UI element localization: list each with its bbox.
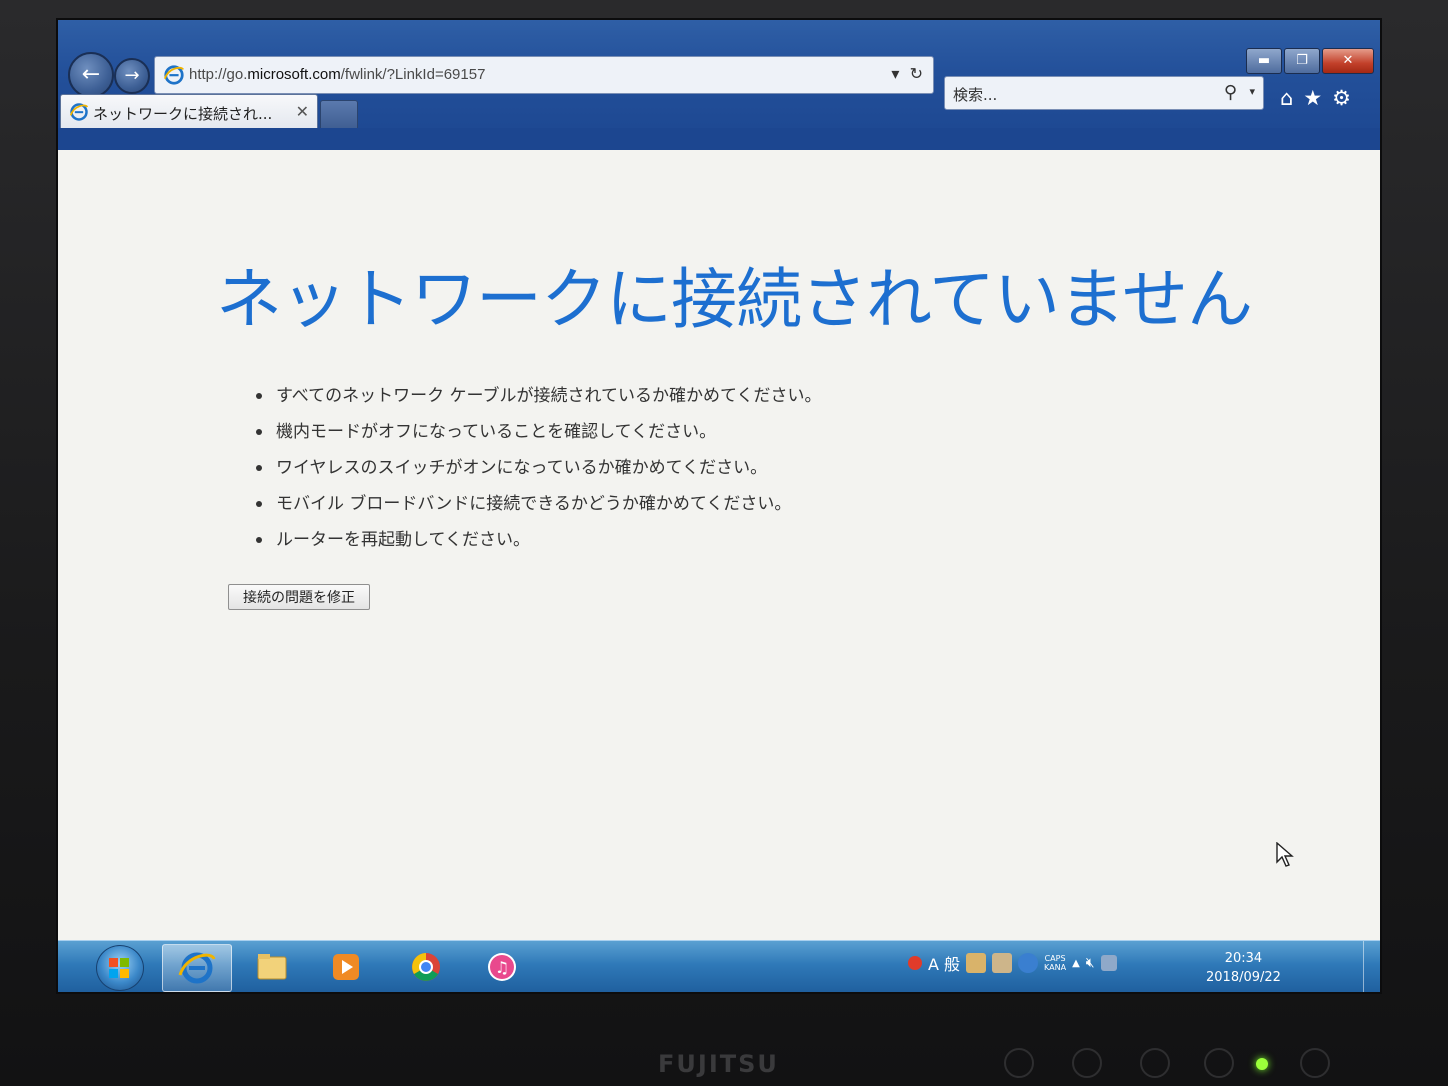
- browser-tools: ⌂ ★ ⚙: [1280, 86, 1351, 110]
- folder-icon: [257, 954, 287, 980]
- taskbar-explorer[interactable]: [238, 944, 306, 990]
- list-item: 機内モードがオフになっていることを確認してください。: [254, 414, 822, 450]
- address-url: http://go.microsoft.com/fwlink/?LinkId=6…: [189, 66, 486, 83]
- taskbar: ♫ A 般 CAPS KANA ▲ 🔇︎ 20:34 2018/09/22: [58, 940, 1380, 992]
- taskbar-chrome[interactable]: [392, 944, 460, 990]
- minimize-icon: ▬: [1257, 53, 1271, 68]
- back-button[interactable]: ←: [68, 52, 114, 98]
- ie-logo-icon: [163, 65, 184, 85]
- start-button[interactable]: [96, 945, 144, 991]
- power-led: [1256, 1058, 1268, 1070]
- tray-tools-icon[interactable]: [992, 953, 1013, 973]
- tray-expand-icon[interactable]: ▲: [1072, 958, 1080, 969]
- caps-kana-indicator: CAPS KANA: [1044, 954, 1067, 972]
- search-dropdown-icon[interactable]: ▾: [1249, 85, 1255, 98]
- windows-logo-icon: [109, 958, 129, 978]
- window-controls: ▬ ❐ ✕: [1244, 48, 1374, 74]
- close-button[interactable]: ✕: [1322, 48, 1374, 74]
- list-item: ルーターを再起動してください。: [254, 522, 822, 558]
- taskbar-ie[interactable]: [162, 944, 232, 992]
- restore-button[interactable]: ❐: [1284, 48, 1320, 74]
- chrome-divider: [58, 128, 1380, 150]
- home-icon[interactable]: ⌂: [1280, 86, 1293, 110]
- ie-taskbar-icon: [178, 952, 216, 984]
- clock-date: 2018/09/22: [1206, 970, 1281, 985]
- address-dropdown-icon[interactable]: ▾: [891, 64, 899, 83]
- forward-button[interactable]: →: [114, 58, 150, 94]
- search-box[interactable]: 検索... ⚲ ▾: [944, 76, 1264, 110]
- minimize-button[interactable]: ▬: [1246, 48, 1282, 74]
- address-bar[interactable]: http://go.microsoft.com/fwlink/?LinkId=6…: [154, 56, 934, 94]
- ie-tab-icon: [69, 103, 89, 121]
- refresh-icon[interactable]: ↻: [910, 64, 923, 83]
- address-controls: ▾ ↻: [891, 64, 923, 83]
- list-item: モバイル ブロードバンドに接続できるかどうか確かめてください。: [254, 486, 822, 522]
- page-content: ネットワークに接続されていません すべてのネットワーク ケーブルが接続されている…: [58, 150, 1380, 940]
- show-desktop-button[interactable]: [1363, 941, 1378, 992]
- troubleshooting-list: すべてのネットワーク ケーブルが接続されているか確かめてください。 機内モードが…: [254, 378, 822, 558]
- search-placeholder: 検索...: [953, 86, 998, 104]
- error-title: ネットワークに接続されていません: [216, 261, 1253, 338]
- clock[interactable]: 20:34 2018/09/22: [1206, 949, 1281, 987]
- tab-close-icon[interactable]: ✕: [296, 102, 309, 121]
- monitor-brand: FUJITSU: [658, 1050, 779, 1078]
- tab-active[interactable]: ネットワークに接続され... ✕: [60, 94, 318, 128]
- back-arrow-icon: ←: [81, 62, 101, 87]
- new-tab-button[interactable]: [320, 100, 358, 129]
- help-icon[interactable]: [1018, 953, 1039, 973]
- browser-chrome: ← → http://go.microsoft.com/fwlink/?Link…: [58, 20, 1380, 150]
- list-item: すべてのネットワーク ケーブルが接続されているか確かめてください。: [254, 378, 822, 414]
- system-tray: A 般 CAPS KANA ▲ 🔇︎: [908, 951, 1117, 975]
- media-player-icon: [333, 954, 359, 980]
- taskbar-media-player[interactable]: [312, 944, 380, 990]
- list-item: ワイヤレスのスイッチがオンになっているか確かめてください。: [254, 450, 822, 486]
- network-disconnected-icon[interactable]: [1100, 955, 1117, 971]
- search-icon[interactable]: ⚲: [1224, 82, 1237, 103]
- volume-muted-icon[interactable]: 🔇︎: [1086, 955, 1095, 971]
- itunes-icon: ♫: [488, 953, 516, 981]
- forward-arrow-icon: →: [124, 65, 140, 86]
- favorites-star-icon[interactable]: ★: [1303, 86, 1322, 110]
- tab-title: ネットワークに接続され...: [93, 105, 273, 123]
- taskbar-itunes[interactable]: ♫: [468, 944, 536, 990]
- monitor-button[interactable]: [1004, 1048, 1034, 1078]
- monitor-button[interactable]: [1140, 1048, 1170, 1078]
- svg-text:♫: ♫: [495, 958, 509, 977]
- screen: ← → http://go.microsoft.com/fwlink/?Link…: [58, 20, 1380, 992]
- monitor-button[interactable]: [1072, 1048, 1102, 1078]
- chrome-icon: [412, 953, 440, 981]
- power-button[interactable]: [1300, 1048, 1330, 1078]
- restore-icon: ❐: [1296, 53, 1308, 68]
- tray-toolbox-icon[interactable]: [966, 953, 987, 973]
- monitor-button[interactable]: [1204, 1048, 1234, 1078]
- fix-connection-button[interactable]: 接続の問題を修正: [228, 584, 370, 610]
- clock-time: 20:34: [1224, 951, 1263, 966]
- settings-gear-icon[interactable]: ⚙: [1332, 86, 1351, 110]
- ime-indicator[interactable]: A 般: [928, 951, 960, 975]
- close-icon: ✕: [1342, 53, 1354, 68]
- tray-app-icon[interactable]: [908, 956, 922, 970]
- mouse-cursor-icon: [1276, 842, 1294, 867]
